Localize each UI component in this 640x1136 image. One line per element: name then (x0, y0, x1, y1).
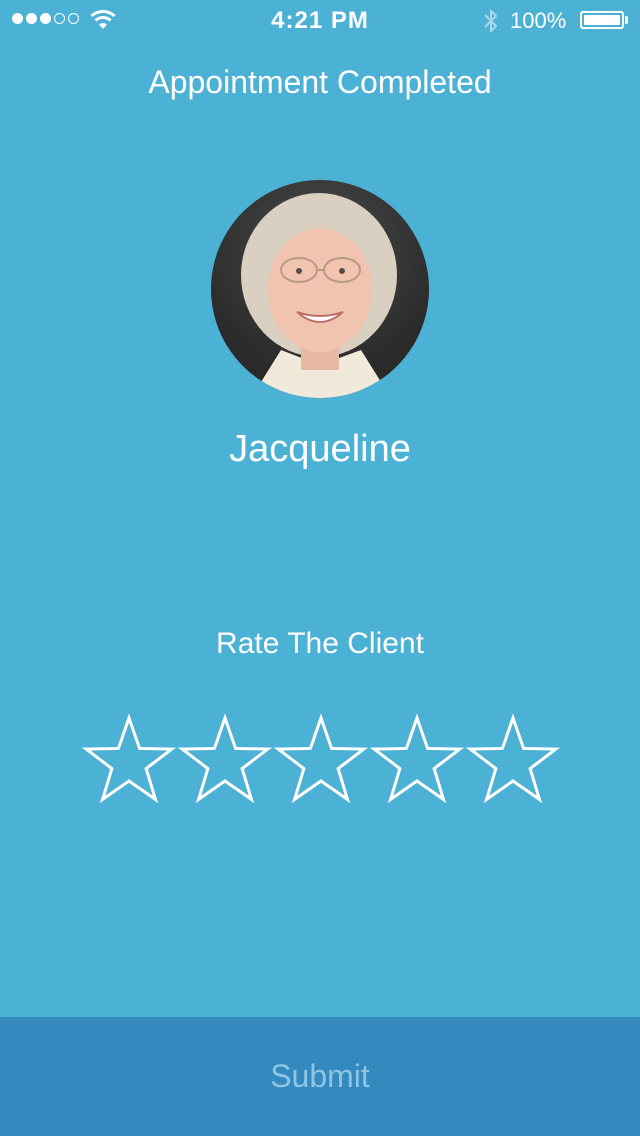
client-photo (241, 193, 397, 398)
rate-client-label: Rate The Client (216, 627, 424, 660)
rating-star-2-icon[interactable] (178, 712, 272, 806)
page-title: Appointment Completed (148, 64, 492, 100)
battery-tip (625, 16, 628, 24)
bluetooth-icon (484, 10, 497, 32)
rating-star-3-icon[interactable] (274, 712, 368, 806)
rating-star-1-icon[interactable] (82, 712, 176, 806)
submit-button-label: Submit (270, 1058, 370, 1094)
status-bar: 4:21 PM 100% (0, 0, 640, 40)
rating-star-5-icon[interactable] (466, 712, 560, 806)
star-rating (82, 712, 560, 806)
battery-icon (580, 11, 624, 29)
client-avatar (211, 180, 429, 398)
battery-fill (584, 15, 620, 25)
submit-button[interactable]: Submit (0, 1017, 640, 1136)
rating-star-4-icon[interactable] (370, 712, 464, 806)
battery-percent: 100% (510, 8, 567, 33)
client-name: Jacqueline (229, 428, 411, 470)
